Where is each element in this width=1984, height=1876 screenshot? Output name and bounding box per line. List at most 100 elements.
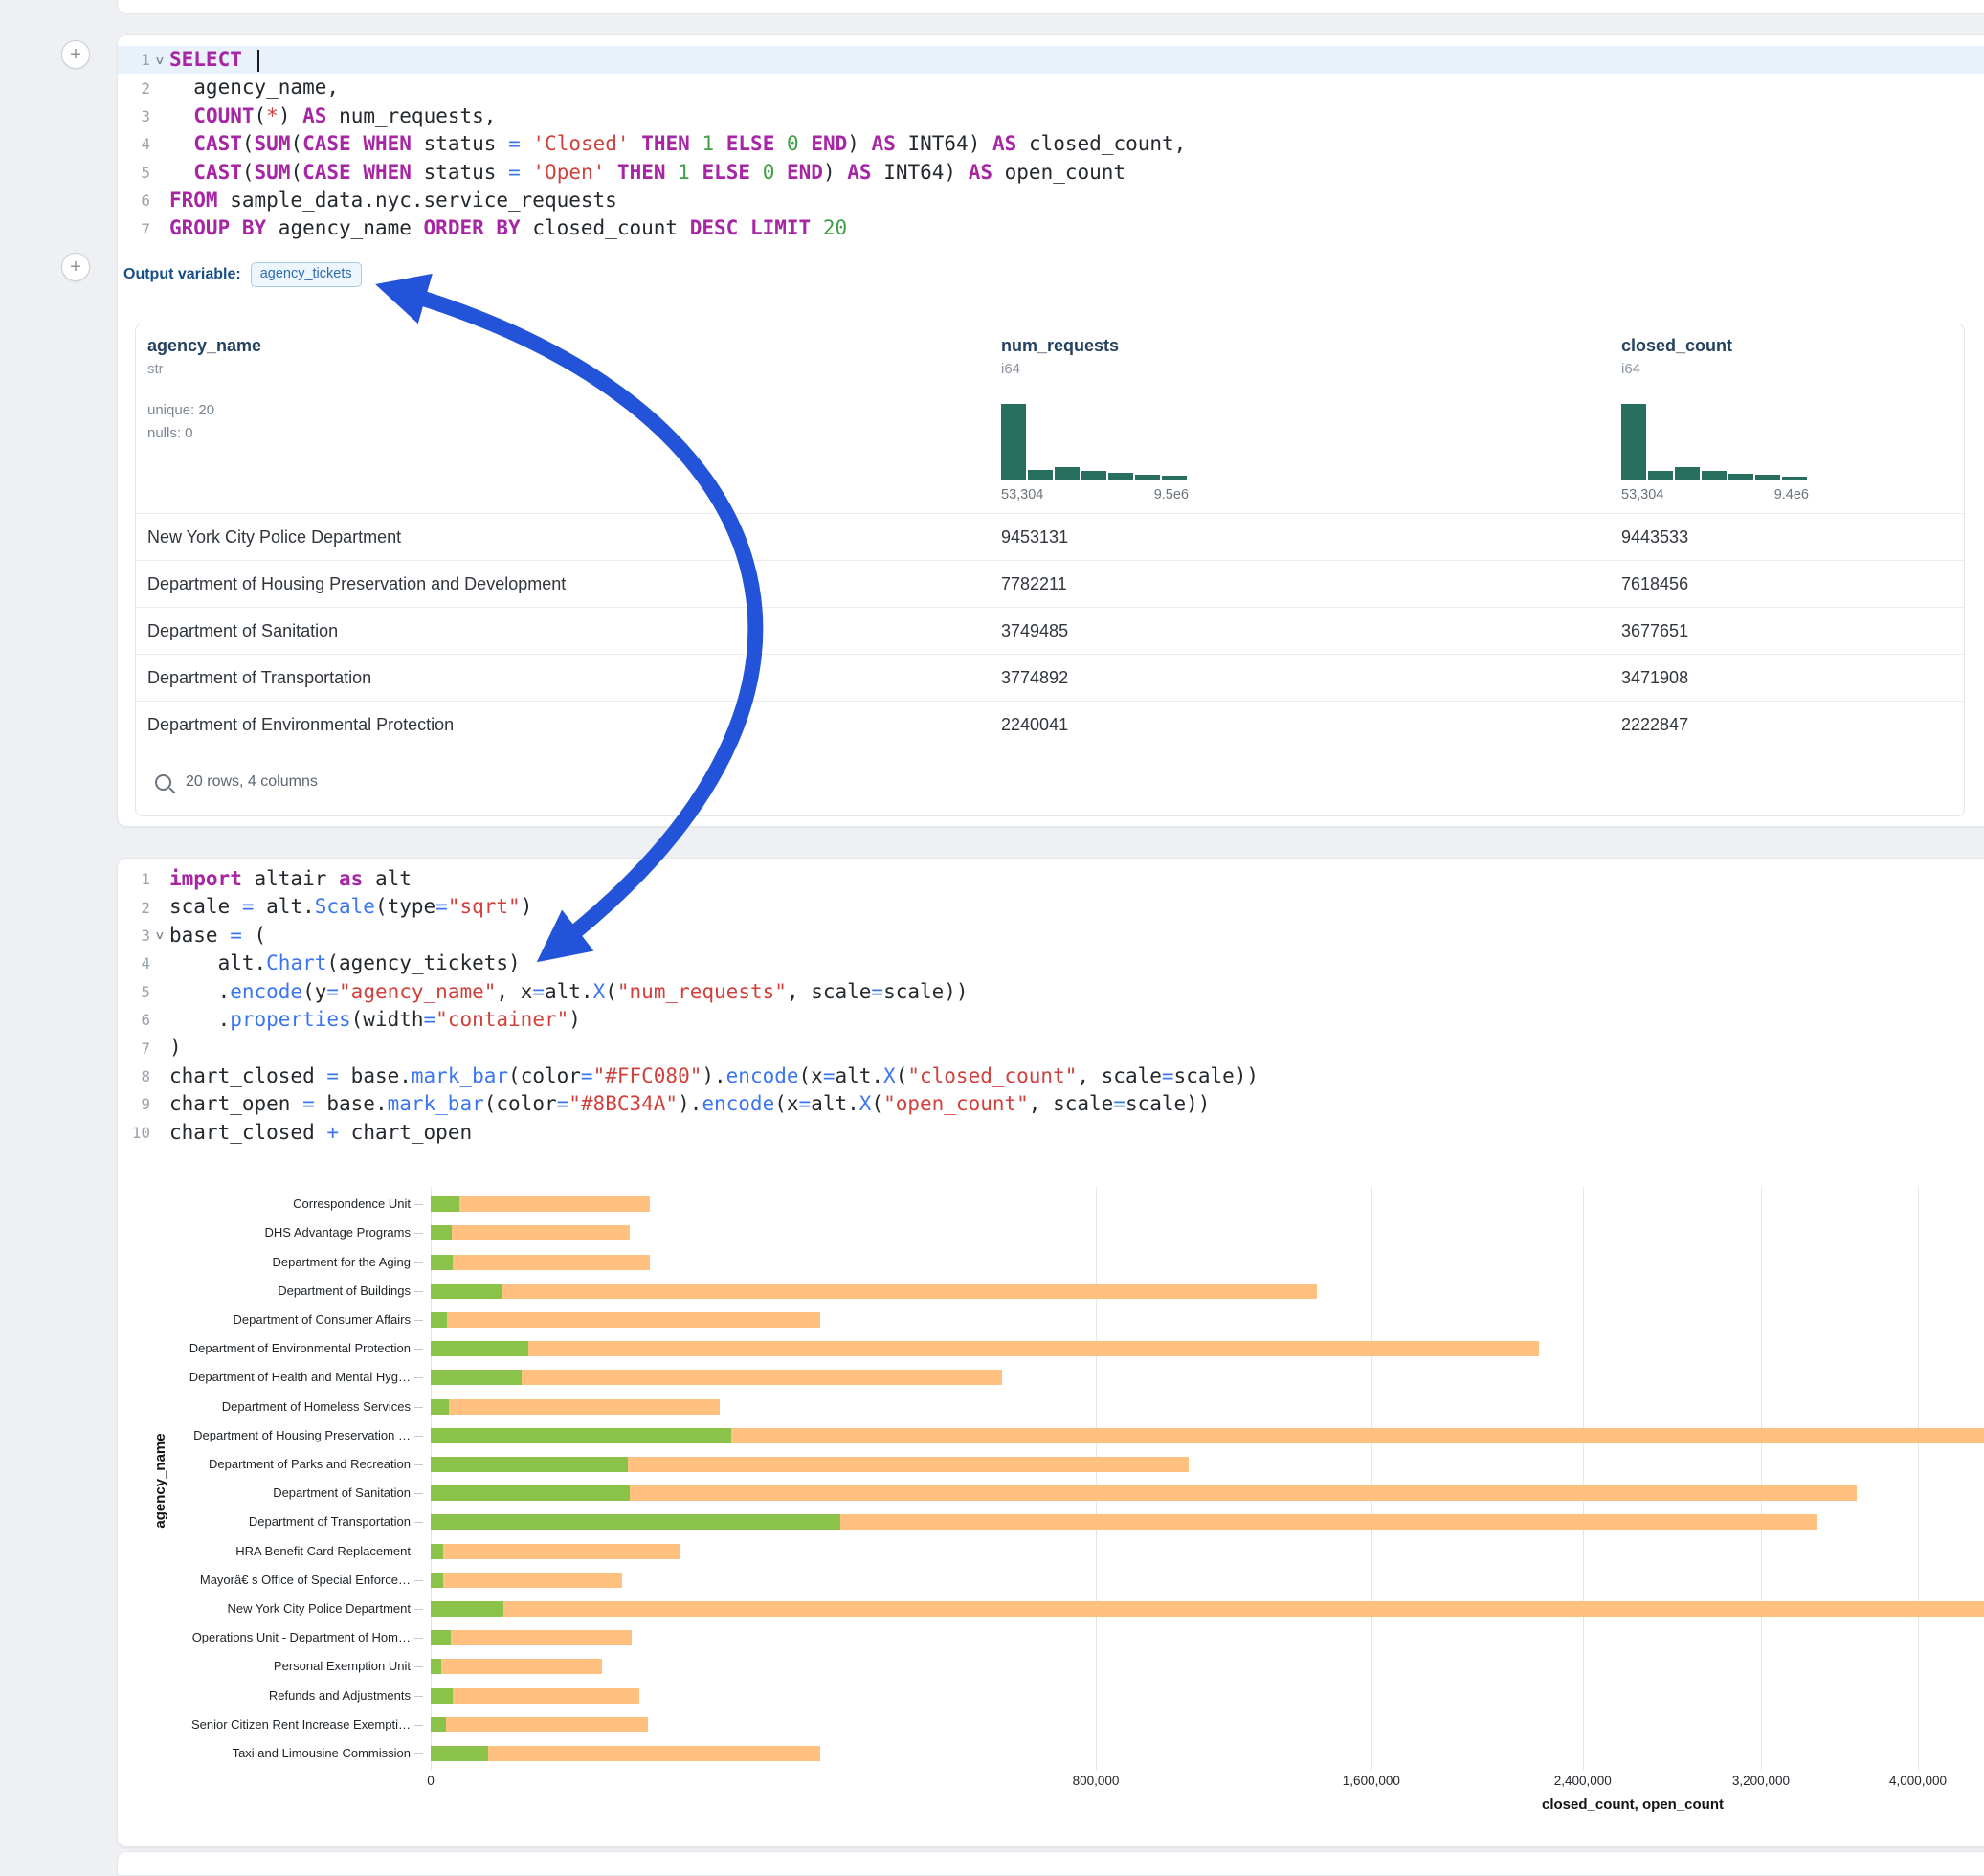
cell-closed-count: 3471908 [1621,655,1688,702]
code-token: END [787,161,823,184]
y-tick [414,1638,423,1639]
output-variable-row: Output variable: agency_tickets [123,261,362,287]
x-tick-label: 1,600,000 [1343,1774,1400,1788]
code-token [521,132,533,155]
code-token: ) [279,104,302,127]
y-axis-label: Department of Health and Mental Hyg… [118,1370,411,1385]
code-token [799,132,812,155]
y-axis-label: DHS Advantage Programs [118,1225,411,1240]
search-icon[interactable] [155,774,171,791]
code-token: LIMIT [750,216,811,239]
table-footer: 20 rows, 4 columns [136,748,1964,815]
code-token: ( [242,132,255,155]
sql-code-line[interactable]: 3 COUNT(*) AS num_requests, [118,102,1984,130]
code-token: ORDER BY [424,216,521,239]
column-header-num-requests[interactable]: num_requests i64 [1001,336,1119,377]
chart-gridline [1371,1187,1372,1771]
sql-code-line[interactable]: 1∨SELECT [118,46,1984,74]
code-token: CAST [193,132,242,155]
bar-open-count [431,1601,503,1617]
sql-editor[interactable]: 1∨SELECT 2 agency_name,3 COUNT(*) AS num… [118,46,1984,243]
code-token: CASE [302,161,351,184]
bar-closed-count [431,1225,630,1240]
fold-caret-icon[interactable]: ∨ [147,54,172,67]
code-token: 0 [763,161,775,184]
column-name: agency_name [147,336,261,356]
y-axis-label: Personal Exemption Unit [118,1659,411,1674]
code-token: * [266,104,279,127]
bar-open-count [431,1225,452,1240]
code-token: 'Open' [532,161,605,184]
y-axis-label: Operations Unit - Department of Hom… [118,1630,411,1645]
column-null-count: nulls: 0 [147,425,193,441]
cell-closed-count: 3677651 [1621,608,1688,655]
bar-open-count [431,1659,441,1674]
code-text: FROM sample_data.nyc.service_requests [169,187,617,214]
bar-open-count [431,1428,731,1443]
y-axis-label: Refunds and Adjustments [118,1688,411,1704]
y-tick [414,1580,423,1581]
code-token [169,104,193,127]
x-axis-title: closed_count, open_count [1542,1797,1724,1813]
line-number: 3 [118,107,150,125]
bar-open-count [431,1457,628,1472]
code-token: 'Closed' [532,132,629,155]
cell-num-requests: 7782211 [1001,561,1067,608]
text-cursor [257,50,259,72]
sql-code-line[interactable]: 7GROUP BY agency_name ORDER BY closed_co… [118,214,1984,242]
code-token: SUM [255,132,291,155]
code-token: CAST [193,161,242,184]
code-token: GROUP BY [169,216,266,239]
code-token: status [412,161,508,184]
code-token: ( [242,161,255,184]
cell-agency-name: Department of Environmental Protection [147,702,454,748]
y-tick [414,1666,423,1667]
table-row[interactable]: Department of Housing Preservation and D… [136,560,1964,608]
plus-icon: + [70,44,81,65]
code-token: num_requests, [326,104,496,127]
bar-open-count [431,1312,447,1328]
bar-closed-count [431,1717,648,1732]
sql-code-line[interactable]: 4 CAST(SUM(CASE WHEN status = 'Closed' T… [118,130,1984,158]
line-number: 5 [118,164,150,182]
bar-closed-count [431,1630,632,1645]
add-cell-button-middle[interactable]: + [61,253,90,281]
table-row[interactable]: Department of Sanitation37494853677651 [136,607,1964,655]
y-axis-label: Mayorâ€ s Office of Special Enforce… [118,1573,411,1588]
code-token: ELSE [702,161,750,184]
x-tick-label: 3,200,000 [1732,1774,1790,1788]
sql-code-line[interactable]: 6FROM sample_data.nyc.service_requests [118,187,1984,214]
sql-code-line[interactable]: 2 agency_name, [118,74,1984,101]
table-row[interactable]: New York City Police Department945313194… [136,513,1964,561]
bar-closed-count [431,1255,650,1270]
sql-code-line[interactable]: 5 CAST(SUM(CASE WHEN status = 'Open' THE… [118,159,1984,187]
column-header-agency-name[interactable]: agency_name str [147,336,261,377]
table-row-count: 20 rows, 4 columns [186,773,318,791]
code-token: INT64) [872,161,969,184]
line-number: 2 [118,79,150,98]
histogram-max: 9.5e6 [1154,487,1189,502]
code-token: sample_data.nyc.service_requests [218,189,617,212]
sql-cell: 1∨SELECT 2 agency_name,3 COUNT(*) AS num… [117,34,1984,827]
column-type: str [147,361,261,377]
bar-closed-count [431,1284,1317,1299]
histogram-bar [1702,471,1727,480]
code-token: closed_count, [1016,132,1186,155]
cell-num-requests: 2240041 [1001,702,1068,748]
code-token [738,216,750,239]
code-token: ) [847,132,871,155]
cell-closed-count: 2222847 [1621,702,1688,748]
cell-num-requests: 3774892 [1001,655,1068,702]
column-header-closed-count[interactable]: closed_count i64 [1621,336,1732,377]
bar-closed-count [431,1485,1857,1501]
histogram-bar [1728,474,1753,480]
line-number: 4 [118,135,150,153]
chart-gridline [1096,1187,1097,1771]
table-row[interactable]: Department of Transportation377489234719… [136,654,1964,702]
table-row[interactable]: Department of Environmental Protection 22… [136,701,1964,748]
y-axis-label: HRA Benefit Card Replacement [118,1544,411,1559]
add-cell-button-top[interactable]: + [61,40,90,69]
code-token [811,216,823,239]
output-variable-chip[interactable]: agency_tickets [251,262,362,287]
column-type: i64 [1621,361,1732,377]
